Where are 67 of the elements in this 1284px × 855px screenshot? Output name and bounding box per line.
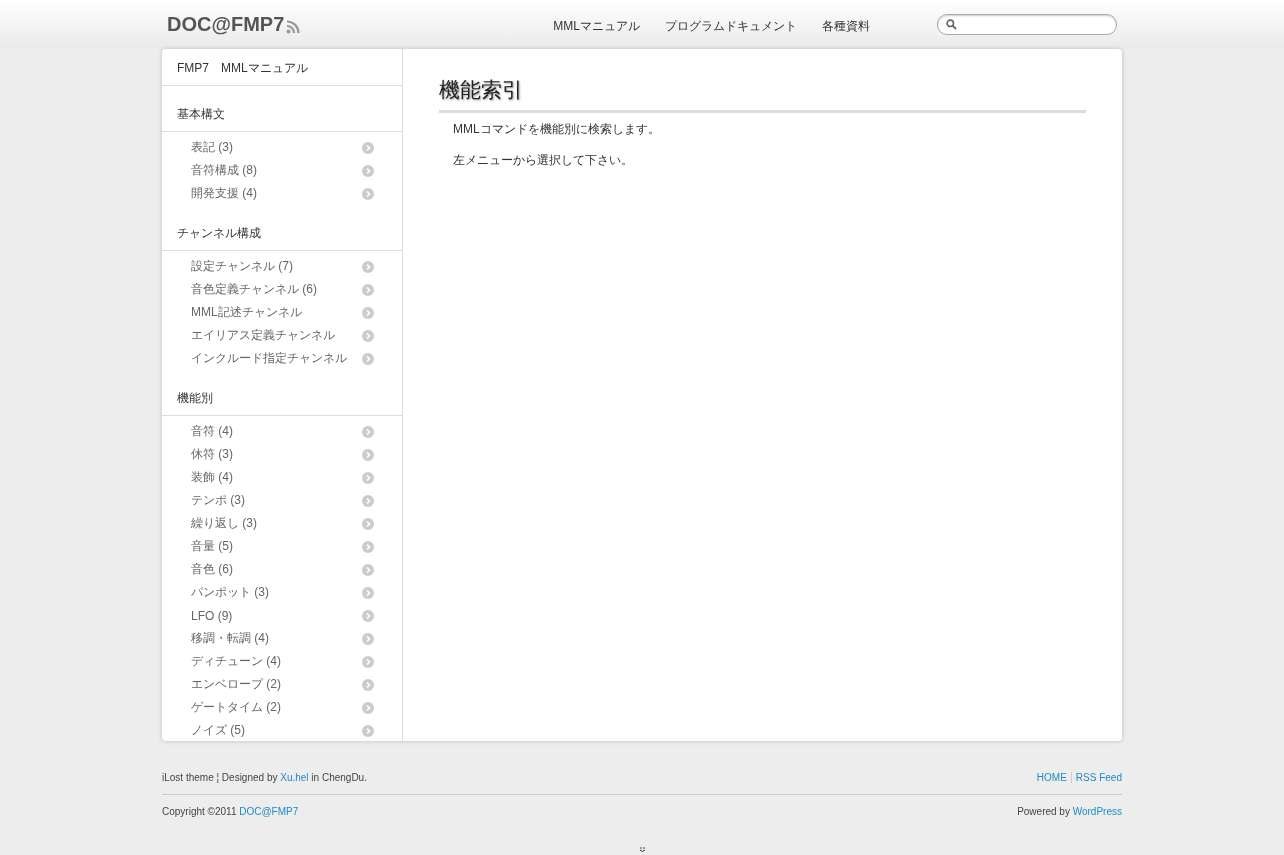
sidebar-item[interactable]: ディチューン (4) [162,650,402,673]
chevron-icon [362,306,374,319]
sidebar-item[interactable]: パンポット (3) [162,581,402,604]
chevron-icon [362,260,374,273]
sidebar-item[interactable]: 音色 (6) [162,558,402,581]
chevron-icon [362,724,374,737]
credit-text: iLost theme ¦ Designed by Xu.hel in ChengDu. [162,772,367,783]
paragraph: 左メニューから選択して下さい。 [453,152,634,169]
footer-link[interactable]: RSS Feed [1070,772,1122,783]
page-title: 機能索引 [439,76,1086,113]
chevron-icon [362,678,374,691]
chevron-icon [362,494,374,507]
chevron-icon [362,655,374,668]
nav-link[interactable]: プログラムドキュメント [664,17,797,35]
sidebar-item[interactable]: 休符 (3) [162,443,402,466]
smiley-icon [638,846,646,853]
site-title[interactable]: DOC@FMP7 [167,12,285,36]
sidebar-item[interactable]: インクルード指定チャンネル [162,347,402,370]
sidebar-heading: 機能別 [162,370,402,416]
search-icon [946,18,957,30]
sidebar-item[interactable]: エイリアス定義チャンネル [162,324,402,347]
chevron-icon [362,586,374,599]
chevron-icon [362,517,374,530]
chevron-icon [362,187,374,200]
sidebar-title: FMP7 MMLマニュアル [162,49,402,86]
chevron-icon [362,164,374,177]
chevron-icon [362,283,374,296]
designer-link[interactable]: Xu.hel [280,772,309,783]
sidebar-item[interactable]: 音符 (4) [162,420,402,443]
sidebar-item[interactable]: 音色定義チャンネル (6) [162,278,402,301]
sidebar-item[interactable]: エンベロープ (2) [162,673,402,696]
sidebar-item[interactable]: 音符構成 (8) [162,159,402,182]
search-field[interactable] [937,13,1117,35]
sidebar-item[interactable]: 設定チャンネル (7) [162,255,402,278]
chevron-icon [362,329,374,342]
sidebar-item[interactable]: 開発支援 (4) [162,182,402,205]
sidebar-item[interactable]: 移調・転調 (4) [162,627,402,650]
footer-link[interactable]: HOME [1036,772,1067,783]
sidebar-item[interactable]: 音量 (5) [162,535,402,558]
sidebar-heading: 基本構文 [162,86,402,132]
chevron-icon [362,448,374,461]
chevron-icon [362,632,374,645]
paragraph: MMLコマンドを機能別に検索します。 [453,121,661,138]
site-link[interactable]: DOC@FMP7 [239,806,299,817]
copyright-text: Copyright ©2011 DOC@FMP7 [162,806,299,817]
powered-text: Powered by WordPress [1017,806,1122,817]
chevron-icon [362,141,374,154]
sidebar-item[interactable]: 表記 (3) [162,136,402,159]
wordpress-link[interactable]: WordPress [1072,806,1122,817]
sidebar-item[interactable]: MML記述チャンネル [162,301,402,324]
chevron-icon [362,425,374,438]
sidebar-item[interactable]: テンポ (3) [162,489,402,512]
chevron-icon [362,540,374,553]
nav-link[interactable]: MMLマニュアル [553,17,640,35]
sidebar-item[interactable]: ノイズ (5) [162,719,402,742]
chevron-icon [362,471,374,484]
sidebar-item[interactable]: 繰り返し (3) [162,512,402,535]
rss-icon[interactable] [286,20,301,34]
chevron-icon [362,701,374,714]
nav-link[interactable]: 各種資料 [821,17,870,35]
sidebar-item[interactable]: LFO (9) [162,604,402,627]
sidebar-item[interactable]: 装飾 (4) [162,466,402,489]
sidebar-heading: チャンネル構成 [162,205,402,251]
chevron-icon [362,563,374,576]
sidebar-item[interactable]: ゲートタイム (2) [162,696,402,719]
chevron-icon [362,609,374,622]
chevron-icon [362,352,374,365]
